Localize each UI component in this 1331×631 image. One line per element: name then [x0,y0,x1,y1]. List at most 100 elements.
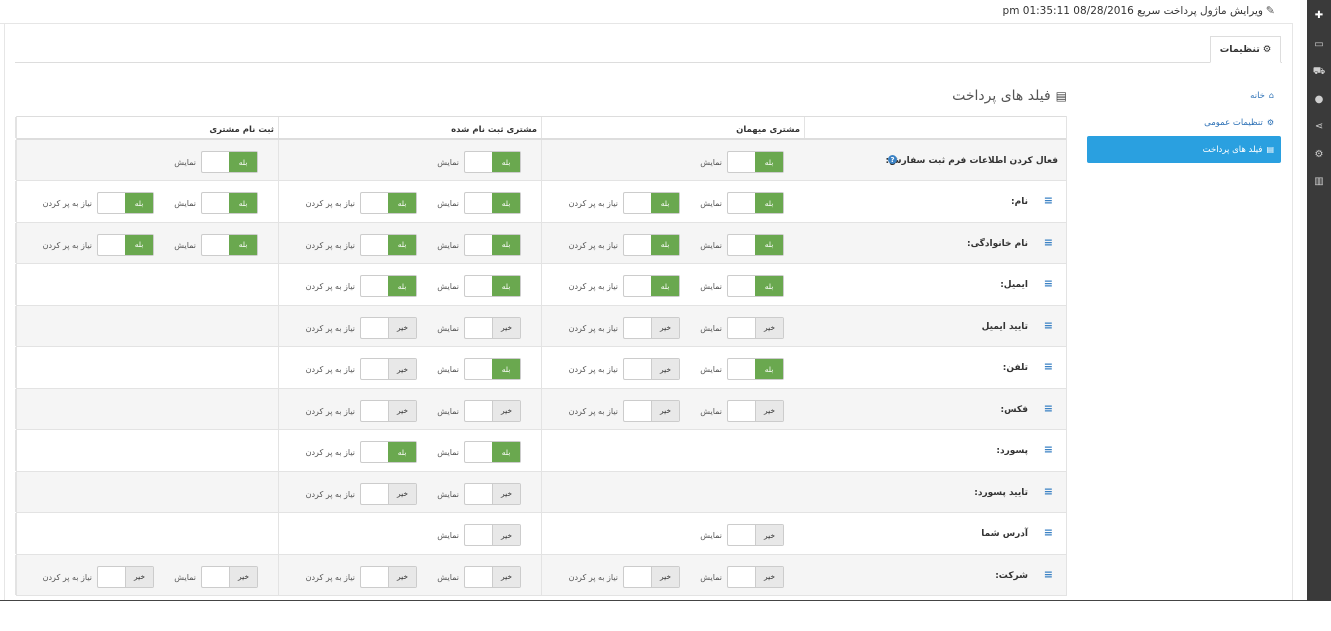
required-toggle[interactable]: خیر [623,565,680,588]
show-toggle[interactable]: بله [727,358,784,380]
drag-handle-icon[interactable]: ≡ [1044,402,1053,415]
show-toggle[interactable]: بله [727,275,784,297]
show-toggle[interactable]: بله [464,151,521,173]
show-toggle[interactable]: خیر [727,565,784,588]
show-toggle[interactable]: بله [464,192,521,214]
required-toggle[interactable]: خیر [360,399,417,422]
top-bar: ✎ ویرایش ماژول پرداخت سریع 08/28/2016 01… [0,0,1293,24]
table-row: ≡ نام: بله نمایش بله نیاز به پر کردن بله نمایش ب… [15,181,1066,223]
column-header-guest: مشتری میهمان [541,117,804,138]
chart-icon[interactable]: ▥ [1307,171,1331,191]
drag-handle-icon[interactable]: ≡ [1044,360,1053,373]
settings-icon[interactable]: ⚙ [1307,144,1331,164]
drag-handle-icon[interactable]: ≡ [1044,568,1053,581]
cart-icon[interactable]: ⛟ [1307,62,1331,82]
right-rail: ✚ ▭ ⛟ ● ⋖ ⚙ ▥ [1307,0,1331,601]
help-icon[interactable]: ? [888,155,897,164]
puzzle-icon[interactable]: ✚ [1307,5,1331,25]
toggle-knob: خیر [388,359,416,379]
side-item-general-settings[interactable]: ⚙ تنظیمات عمومی [1087,109,1281,136]
toggle-cell: خیر نمایش خیر نیاز به پر کردن [541,305,804,346]
toggle-knob: بله [492,193,520,213]
required-toggle[interactable]: خیر [360,358,417,380]
show-toggle[interactable]: بله [201,151,258,173]
field-label-cell: ≡ نام خانوادگی: [804,223,1066,264]
user-icon[interactable]: ● [1307,89,1331,109]
toggle-cell: بله نمایش بله نیاز به پر کردن [278,264,541,305]
required-toggle[interactable]: بله [97,233,154,256]
required-toggle[interactable]: خیر [360,482,417,505]
required-toggle[interactable]: بله [360,233,417,256]
required-label: نیاز به پر کردن [568,572,618,582]
toggle-knob: بله [492,276,520,296]
drag-handle-icon[interactable]: ≡ [1044,485,1053,498]
field-label: تایید ایمیل [981,321,1028,332]
required-toggle[interactable]: بله [360,275,417,297]
toggle-cell [15,305,278,346]
required-label: نیاز به پر کردن [42,199,92,208]
show-toggle[interactable]: خیر [464,482,521,505]
toggle-knob: بله [125,193,153,213]
required-label: نیاز به پر کردن [305,323,355,333]
drag-handle-icon[interactable]: ≡ [1044,194,1053,207]
toggle-knob: بله [229,152,257,172]
show-toggle[interactable]: بله [201,192,258,214]
show-label: نمایش [700,158,722,167]
field-label: فعال کردن اطلاعات فرم ثبت سفارش: [885,156,1058,166]
required-toggle[interactable]: خیر [623,316,680,339]
show-toggle[interactable]: بله [464,275,521,297]
required-label: نیاز به پر کردن [305,489,355,499]
show-label: نمایش [700,572,722,582]
side-item-home[interactable]: ⌂ خانه [1087,82,1281,109]
required-toggle[interactable]: خیر [97,565,154,588]
toggle-cell: بله نمایش [15,140,278,180]
required-toggle[interactable]: خیر [623,399,680,422]
required-label: نیاز به پر کردن [42,240,92,250]
show-toggle[interactable]: خیر [464,524,521,546]
drag-handle-icon[interactable]: ≡ [1044,443,1053,456]
required-toggle[interactable]: بله [623,275,680,297]
required-toggle[interactable]: بله [97,192,154,214]
required-toggle[interactable]: بله [360,192,417,214]
drag-handle-icon[interactable]: ≡ [1044,277,1053,290]
toggle-knob: بله [755,234,783,255]
required-toggle[interactable]: خیر [623,358,680,380]
side-item-payment-fields[interactable]: ▤ فیلد های پرداخت [1087,136,1281,163]
show-toggle[interactable]: بله [727,192,784,214]
drag-handle-icon[interactable]: ≡ [1044,526,1053,539]
required-toggle[interactable]: بله [360,441,417,463]
required-toggle[interactable]: بله [623,233,680,256]
show-toggle[interactable]: خیر [727,399,784,422]
drag-handle-icon[interactable]: ≡ [1044,236,1053,249]
show-toggle[interactable]: خیر [464,565,521,588]
show-toggle[interactable]: بله [464,233,521,256]
show-toggle[interactable]: بله [464,441,521,463]
monitor-icon[interactable]: ▭ [1307,34,1331,54]
show-toggle[interactable]: بله [727,233,784,256]
share-icon[interactable]: ⋖ [1307,116,1331,136]
show-toggle[interactable]: خیر [464,399,521,422]
drag-handle-icon[interactable]: ≡ [1044,319,1053,332]
side-menu: ⌂ خانه ⚙ تنظیمات عمومی ▤ فیلد های پرداخت [1087,82,1281,163]
field-label-cell: ≡ پسورد: [804,430,1066,471]
required-toggle[interactable]: بله [623,192,680,214]
show-toggle[interactable]: بله [464,358,521,380]
required-toggle[interactable]: خیر [360,316,417,339]
show-toggle[interactable]: خیر [727,316,784,339]
required-label: نیاز به پر کردن [568,365,618,374]
required-toggle[interactable]: خیر [360,565,417,588]
show-toggle[interactable]: خیر [464,316,521,339]
tab-settings[interactable]: ⚙ تنظیمات [1210,36,1281,63]
toggle-knob: خیر [755,400,783,421]
required-label: نیاز به پر کردن [305,572,355,582]
show-toggle[interactable]: خیر [727,524,784,546]
toggle-cell: خیر نمایش [278,513,541,554]
show-label: نمایش [437,158,459,167]
show-toggle[interactable]: بله [727,151,784,173]
toggle-knob: خیر [755,525,783,545]
show-toggle[interactable]: خیر [201,565,258,588]
table-row: ≡ تلفن: بله نمایش خیر نیاز به پر کردن بله نمایش… [15,347,1066,389]
column-header-registered: مشتری ثبت نام شده [278,117,541,138]
required-label: نیاز به پر کردن [42,572,92,582]
show-toggle[interactable]: بله [201,233,258,256]
